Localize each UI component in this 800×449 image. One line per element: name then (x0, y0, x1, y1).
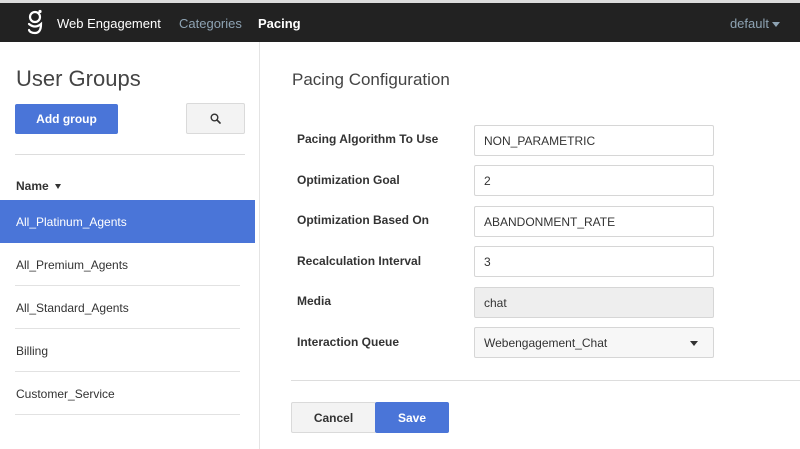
interaction-queue-select[interactable]: Webengagement_Chat (474, 327, 714, 358)
top-navigation-bar: Web Engagement Categories Pacing default (0, 0, 800, 42)
genesys-logo-icon[interactable] (24, 9, 46, 35)
name-column-label: Name (16, 179, 49, 193)
recalculation-interval-input[interactable]: 3 (474, 246, 714, 277)
user-menu-label: default (729, 16, 769, 31)
form-divider (291, 380, 800, 381)
group-item-all-premium-agents[interactable]: All_Premium_Agents (0, 243, 255, 286)
pacing-configuration-panel: Pacing Configuration Pacing Algorithm To… (261, 42, 800, 449)
nav-categories[interactable]: Categories (179, 16, 242, 31)
pacing-algorithm-input[interactable]: NON_PARAMETRIC (474, 125, 714, 156)
search-icon (210, 113, 221, 124)
media-input: chat (474, 287, 714, 318)
user-menu[interactable]: default (730, 16, 780, 31)
page-title: Pacing Configuration (292, 70, 450, 89)
sort-descending-icon (54, 184, 61, 189)
add-group-button[interactable]: Add group (15, 104, 118, 134)
nav-pacing[interactable]: Pacing (258, 16, 301, 31)
user-groups-sidebar: User Groups Add group Name All_Platinum_… (0, 42, 260, 449)
cancel-button[interactable]: Cancel (291, 402, 376, 433)
group-item-all-platinum-agents[interactable]: All_Platinum_Agents (0, 200, 255, 243)
name-column-header[interactable]: Name (16, 179, 61, 193)
sidebar-title: User Groups (16, 66, 141, 91)
media-label: Media (297, 294, 332, 308)
chevron-down-icon (772, 22, 780, 27)
save-button[interactable]: Save (375, 402, 449, 433)
optimization-based-on-label: Optimization Based On (297, 213, 430, 227)
group-item-billing[interactable]: Billing (0, 329, 255, 372)
search-button[interactable] (186, 103, 245, 134)
group-item-all-standard-agents[interactable]: All_Standard_Agents (0, 286, 255, 329)
recalculation-interval-label: Recalculation Interval (297, 254, 422, 268)
chevron-down-icon (690, 341, 698, 346)
group-list: All_Platinum_Agents All_Premium_Agents A… (0, 200, 255, 415)
optimization-goal-input[interactable]: 2 (474, 165, 714, 196)
interaction-queue-label: Interaction Queue (297, 335, 400, 349)
app-brand[interactable]: Web Engagement (57, 16, 161, 31)
optimization-goal-label: Optimization Goal (297, 173, 400, 187)
interaction-queue-value: Webengagement_Chat (484, 335, 608, 350)
pacing-algorithm-label: Pacing Algorithm To Use (297, 132, 439, 146)
optimization-based-on-input[interactable]: ABANDONMENT_RATE (474, 206, 714, 237)
group-item-customer-service[interactable]: Customer_Service (0, 372, 255, 415)
sidebar-divider (15, 154, 245, 155)
